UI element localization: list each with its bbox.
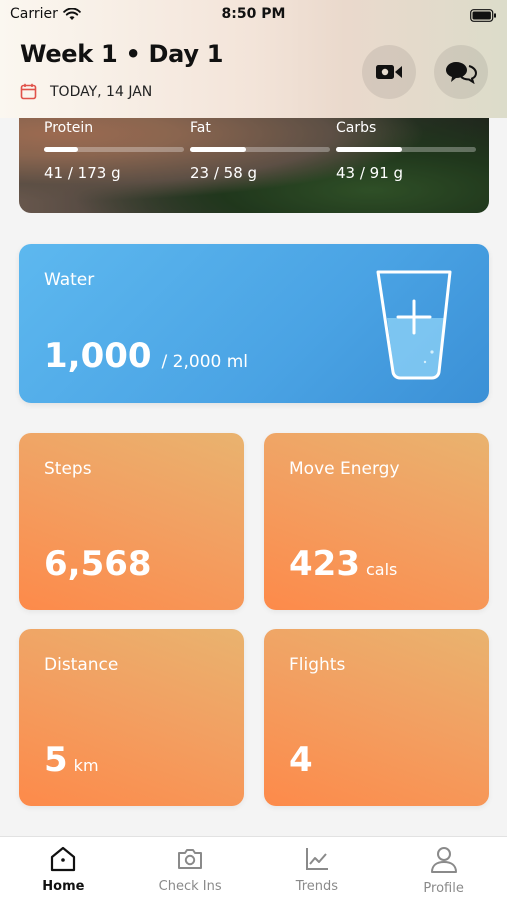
water-amount: 1,000 / 2,000 ml	[44, 336, 248, 376]
battery-icon	[470, 7, 497, 26]
macro-protein: Protein 41 / 173 g	[44, 120, 184, 182]
tab-label: Trends	[295, 879, 339, 894]
tab-label: Home	[42, 879, 85, 894]
macro-label: Protein	[44, 120, 94, 136]
distance-label: Distance	[44, 655, 119, 675]
status-bar: Carrier 8:50 PM	[0, 0, 507, 30]
move-energy-number: 423	[289, 544, 360, 584]
macro-carbs: Carbs 43 / 91 g	[336, 120, 476, 182]
macro-progress-track	[190, 147, 330, 152]
distance-number: 5	[44, 740, 68, 780]
flights-number: 4	[289, 740, 313, 780]
macro-fat: Fat 23 / 58 g	[190, 120, 330, 182]
macro-label: Carbs	[336, 120, 377, 136]
move-energy-card[interactable]: Move Energy 423 cals	[264, 433, 489, 610]
macro-progress-track	[44, 147, 184, 152]
macro-value: 43 / 91 g	[336, 164, 404, 182]
water-card[interactable]: Water 1,000 / 2,000 ml	[19, 244, 489, 403]
macro-progress-track	[336, 147, 476, 152]
camera-icon	[178, 849, 203, 869]
page-title: Week 1 • Day 1	[20, 40, 224, 68]
macro-progress-fill	[190, 147, 246, 152]
chart-icon	[305, 848, 328, 870]
steps-number: 6,568	[44, 544, 152, 584]
distance-value: 5 km	[44, 740, 99, 780]
water-glass-icon	[376, 270, 452, 380]
move-energy-value: 423 cals	[289, 544, 397, 584]
steps-label: Steps	[44, 459, 92, 479]
date-row: TODAY, 14 JAN	[20, 83, 152, 100]
flights-label: Flights	[289, 655, 346, 675]
tab-trends[interactable]: Trends	[254, 837, 381, 900]
tab-check-ins[interactable]: Check Ins	[127, 837, 254, 900]
macro-progress-fill	[44, 147, 78, 152]
chat-bubbles-icon	[446, 62, 477, 84]
flights-card[interactable]: Flights 4	[264, 629, 489, 806]
distance-unit: km	[73, 756, 99, 775]
video-call-button[interactable]	[362, 45, 416, 99]
macro-label: Fat	[190, 120, 211, 136]
home-icon	[51, 846, 76, 872]
water-label: Water	[44, 270, 95, 290]
water-current: 1,000	[44, 336, 152, 376]
tab-label: Check Ins	[158, 879, 222, 894]
water-goal: / 2,000 ml	[161, 352, 249, 372]
tab-label: Profile	[423, 881, 464, 896]
tab-home[interactable]: Home	[0, 837, 127, 900]
move-energy-unit: cals	[365, 560, 398, 579]
move-energy-label: Move Energy	[289, 459, 400, 479]
steps-card[interactable]: Steps 6,568	[19, 433, 244, 610]
person-icon	[430, 847, 457, 873]
calendar-icon	[20, 83, 37, 100]
macro-value: 23 / 58 g	[190, 164, 258, 182]
tab-profile[interactable]: Profile	[380, 837, 507, 900]
clock: 8:50 PM	[221, 6, 286, 22]
chat-button[interactable]	[434, 45, 488, 99]
macro-progress-fill	[336, 147, 402, 152]
distance-card[interactable]: Distance 5 km	[19, 629, 244, 806]
tab-bar: Home Check Ins Trends Profile	[0, 836, 507, 900]
video-camera-icon	[376, 65, 402, 79]
steps-value: 6,568	[44, 544, 152, 584]
macro-value: 41 / 173 g	[44, 164, 121, 182]
date-label: TODAY, 14 JAN	[50, 83, 153, 100]
flights-value: 4	[289, 740, 313, 780]
add-water-button[interactable]	[375, 268, 453, 384]
